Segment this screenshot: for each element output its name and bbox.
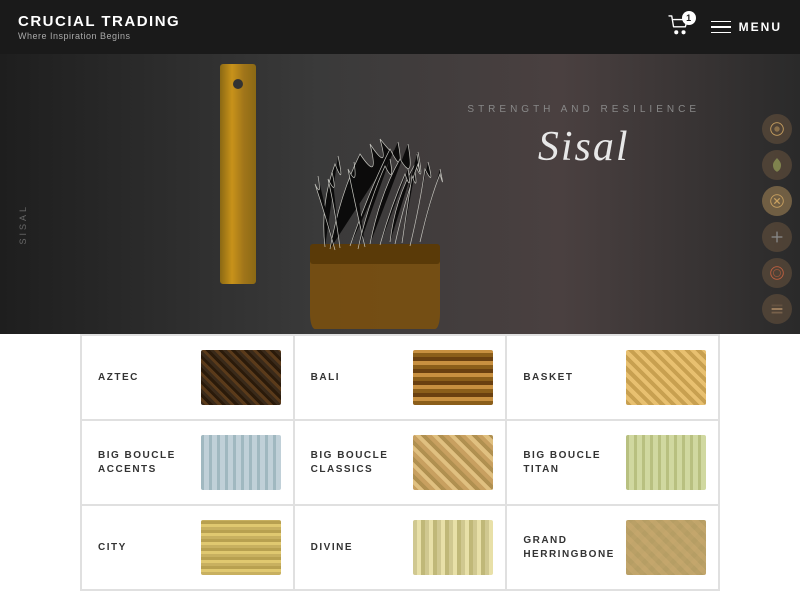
product-cell[interactable]: CITY bbox=[81, 505, 294, 590]
product-thumbnail bbox=[413, 435, 493, 490]
hero-section: STRENGTH AND RESILIENCE Sisal SISAL bbox=[0, 54, 800, 334]
product-name: CITY bbox=[98, 541, 201, 555]
product-name: BIG BOUCLE ACCENTS bbox=[98, 449, 201, 477]
product-name: BALI bbox=[311, 371, 414, 385]
product-name: BIG BOUCLE CLASSICS bbox=[311, 449, 414, 477]
product-name: DIVINE bbox=[311, 541, 414, 555]
product-cell[interactable]: BIG BOUCLE CLASSICS bbox=[294, 420, 507, 505]
product-thumbnail bbox=[626, 350, 706, 405]
hamburger-icon bbox=[711, 21, 731, 34]
cart-button[interactable]: 1 bbox=[667, 15, 691, 40]
product-cell[interactable]: BALI bbox=[294, 335, 507, 420]
product-thumbnail bbox=[201, 435, 281, 490]
product-thumbnail bbox=[626, 520, 706, 575]
product-name: GRAND HERRINGBONE bbox=[523, 534, 626, 562]
product-section: AZTEC BALI BASKET BIG BOUCLE ACCENTS BIG BOU… bbox=[0, 334, 800, 600]
side-nav-item-2[interactable] bbox=[762, 150, 792, 180]
product-name: AZTEC bbox=[98, 371, 201, 385]
product-cell[interactable]: BIG BOUCLE TITAN bbox=[506, 420, 719, 505]
product-grid: AZTEC BALI BASKET BIG BOUCLE ACCENTS BIG BOU… bbox=[80, 334, 720, 591]
product-thumbnail bbox=[413, 350, 493, 405]
product-cell[interactable]: GRAND HERRINGBONE bbox=[506, 505, 719, 590]
logo[interactable]: CRUCIAL TRADING Where Inspiration Begins bbox=[18, 13, 180, 41]
side-nav-item-6[interactable] bbox=[762, 294, 792, 324]
product-thumbnail bbox=[413, 520, 493, 575]
hero-background: STRENGTH AND RESILIENCE Sisal SISAL bbox=[0, 54, 800, 334]
menu-label: MENU bbox=[739, 20, 782, 34]
side-label: SISAL bbox=[18, 204, 28, 245]
hero-title: Sisal bbox=[467, 123, 700, 171]
product-cell[interactable]: DIVINE bbox=[294, 505, 507, 590]
header-actions: 1 MENU bbox=[667, 15, 782, 40]
product-name: BASKET bbox=[523, 371, 626, 385]
side-navigation bbox=[762, 114, 792, 324]
product-cell[interactable]: BIG BOUCLE ACCENTS bbox=[81, 420, 294, 505]
product-name: BIG BOUCLE TITAN bbox=[523, 449, 626, 477]
side-nav-item-1[interactable] bbox=[762, 114, 792, 144]
product-thumbnail bbox=[626, 435, 706, 490]
header: CRUCIAL TRADING Where Inspiration Begins… bbox=[0, 0, 800, 54]
hero-subtitle: STRENGTH AND RESILIENCE bbox=[467, 104, 700, 115]
hero-text: STRENGTH AND RESILIENCE Sisal bbox=[467, 104, 700, 171]
side-nav-item-5[interactable] bbox=[762, 258, 792, 288]
cart-badge: 1 bbox=[682, 11, 696, 25]
menu-button[interactable]: MENU bbox=[711, 20, 782, 34]
product-thumbnail bbox=[201, 520, 281, 575]
product-cell[interactable]: AZTEC bbox=[81, 335, 294, 420]
side-nav-item-3[interactable] bbox=[762, 186, 792, 216]
product-cell[interactable]: BASKET bbox=[506, 335, 719, 420]
brand-name: CRUCIAL TRADING bbox=[18, 13, 180, 30]
product-thumbnail bbox=[201, 350, 281, 405]
side-nav-item-4[interactable] bbox=[762, 222, 792, 252]
brand-tagline: Where Inspiration Begins bbox=[18, 31, 180, 41]
